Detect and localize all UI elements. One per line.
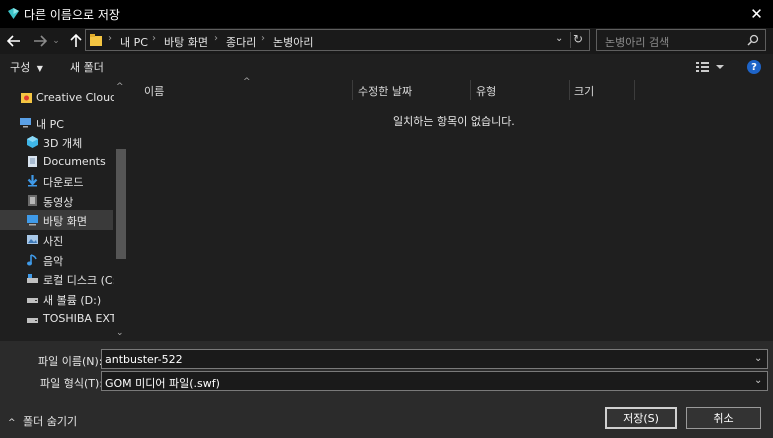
breadcrumb-item[interactable]: 논병아리 (273, 34, 313, 50)
nav-item-label: 사진 (43, 235, 64, 248)
nav-item-desktop[interactable]: 바탕 화면 (0, 210, 113, 230)
breadcrumb-separator: › (108, 33, 112, 44)
nav-item-creative-cloud[interactable]: Creative Cloud Fil (0, 87, 128, 107)
up-button[interactable] (66, 31, 86, 51)
nav-item-label: 새 볼륨 (D:) (43, 294, 102, 307)
column-header-size[interactable]: 크기 (574, 83, 594, 99)
search-icon[interactable] (747, 34, 759, 46)
filename-label: 파일 이름(N): (38, 355, 103, 368)
nav-item-music[interactable]: 음악 (0, 250, 113, 270)
documents-icon (28, 156, 37, 167)
chevron-down-icon[interactable]: ⌄ (754, 353, 762, 364)
nav-item-downloads[interactable]: 다운로드 (0, 171, 113, 191)
drive-icon (27, 318, 38, 323)
navigation-pane: Creative Cloud Fil 내 PC 3D 개체 Documents … (0, 80, 128, 341)
nav-item-this-pc[interactable]: 내 PC (0, 113, 113, 133)
nav-item-pictures[interactable]: 사진 (0, 230, 113, 250)
column-header-name[interactable]: 이름 (144, 83, 164, 99)
nav-item-new-volume-d[interactable]: 새 볼륨 (D:) (0, 289, 113, 309)
arrow-right-icon (34, 35, 47, 47)
nav-item-label: 동영상 (43, 196, 74, 209)
nav-scroll-thumb[interactable] (116, 149, 126, 259)
chevron-down-icon[interactable]: ⌄ (555, 33, 563, 44)
computer-icon (20, 118, 31, 128)
nav-item-label: 3D 개체 (43, 137, 83, 150)
drive-icon (27, 298, 38, 303)
drive-icon (27, 274, 38, 283)
sort-ascending-icon: ^ (243, 77, 251, 87)
filetype-label: 파일 형식(T): (40, 377, 103, 390)
breadcrumb-separator: › (152, 33, 156, 44)
back-button[interactable] (4, 31, 24, 51)
3d-objects-icon (27, 136, 38, 148)
nav-item-label: Documents (43, 155, 106, 168)
nav-item-label: 내 PC (36, 118, 64, 131)
column-divider[interactable] (634, 80, 635, 100)
organize-button[interactable]: 구성 ▼ (10, 59, 43, 75)
filename-value: antbuster-522 (105, 353, 183, 366)
search-input[interactable]: 논병아리 검색 (596, 29, 766, 51)
breadcrumb-separator: › (214, 33, 218, 44)
nav-item-toshiba-ext[interactable]: TOSHIBA EXT (G (0, 309, 128, 329)
empty-folder-message: 일치하는 항목이 없습니다. (393, 115, 515, 128)
view-list-icon (696, 62, 724, 72)
nav-item-videos[interactable]: 동영상 (0, 191, 113, 211)
recent-locations-button[interactable]: ⌄ (50, 31, 62, 51)
close-button[interactable]: ✕ (740, 0, 773, 28)
column-divider[interactable] (352, 80, 353, 100)
pictures-icon (27, 235, 38, 244)
column-header-type[interactable]: 유형 (476, 83, 496, 99)
breadcrumb-item[interactable]: 바탕 화면 (164, 34, 208, 50)
nav-item-label: 다운로드 (43, 176, 84, 189)
music-icon (27, 254, 37, 266)
nav-item-3d-objects[interactable]: 3D 개체 (0, 132, 113, 152)
breadcrumb-separator: › (261, 33, 265, 44)
column-divider[interactable] (569, 80, 570, 100)
organize-label: 구성 (10, 61, 31, 74)
file-list: ^ 이름 수정한 날짜 유형 크기 일치하는 항목이 없습니다. (128, 77, 773, 341)
close-icon: ✕ (750, 5, 763, 23)
refresh-icon[interactable]: ↻ (573, 32, 583, 46)
desktop-icon (27, 215, 38, 226)
scroll-down-icon[interactable]: ⌄ (116, 328, 124, 338)
arrow-up-icon (70, 34, 82, 47)
folder-icon (90, 34, 102, 46)
divider (570, 32, 571, 48)
hide-folders-button[interactable]: ^ 폴더 숨기기 (8, 413, 77, 429)
scroll-up-icon[interactable]: ^ (116, 82, 124, 92)
arrow-left-icon (7, 35, 20, 47)
chevron-up-icon: ^ (8, 418, 16, 428)
nav-item-label: 바탕 화면 (43, 215, 87, 228)
column-header-date-modified[interactable]: 수정한 날짜 (358, 83, 412, 99)
save-button[interactable]: 저장(S) (605, 407, 677, 429)
address-bar[interactable]: › 내 PC › 바탕 화면 › 종다리 › 논병아리 ⌄ ↻ (85, 29, 590, 51)
hide-folders-label: 폴더 숨기기 (23, 415, 78, 428)
download-icon (27, 175, 38, 187)
nav-item-label: 음악 (43, 255, 64, 268)
breadcrumb-item[interactable]: 종다리 (226, 34, 256, 50)
column-divider[interactable] (470, 80, 471, 100)
chevron-down-icon: ⌄ (52, 36, 60, 46)
dropdown-arrow-icon: ▼ (36, 64, 43, 73)
nav-item-label: 로컬 디스크 (C:) (43, 274, 121, 287)
filetype-select[interactable]: GOM 미디어 파일(.swf) ⌄ (101, 371, 768, 391)
help-icon[interactable]: ? (747, 60, 761, 74)
search-placeholder: 논병아리 검색 (605, 36, 670, 49)
video-icon (28, 195, 37, 206)
creative-cloud-files-icon (21, 93, 32, 103)
command-bar (0, 54, 773, 80)
filename-input[interactable]: antbuster-522 ⌄ (101, 349, 768, 369)
app-icon (8, 8, 19, 19)
window-title: 다른 이름으로 저장 (24, 8, 120, 22)
view-options-button[interactable] (695, 60, 725, 74)
filetype-value: GOM 미디어 파일(.swf) (105, 377, 220, 390)
chevron-down-icon[interactable]: ⌄ (754, 375, 762, 386)
cancel-button[interactable]: 취소 (686, 407, 761, 429)
forward-button[interactable] (30, 31, 50, 51)
new-folder-button[interactable]: 새 폴더 (70, 59, 104, 75)
nav-item-documents[interactable]: Documents (0, 152, 113, 172)
breadcrumb-item[interactable]: 내 PC (120, 34, 148, 50)
nav-item-local-disk-c[interactable]: 로컬 디스크 (C:) (0, 269, 121, 289)
